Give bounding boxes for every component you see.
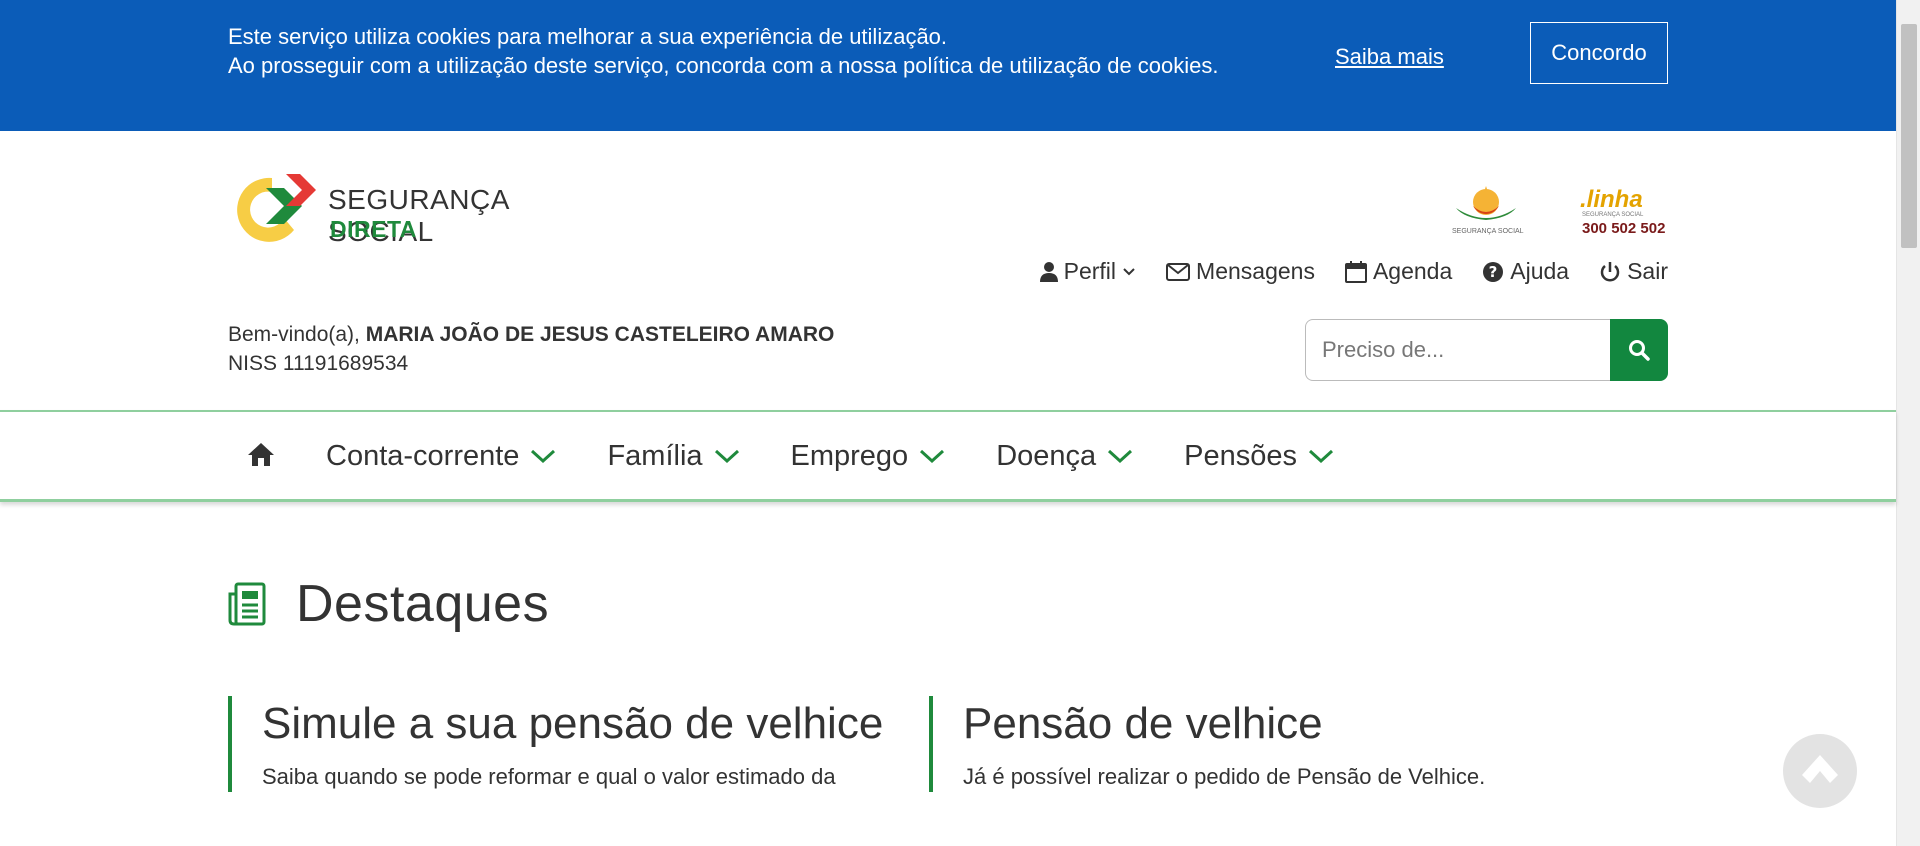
destaques-header: Destaques bbox=[228, 574, 549, 634]
highlight-card-pensao-velhice[interactable]: Pensão de velhice Já é possível realizar… bbox=[929, 696, 1589, 792]
newspaper-icon bbox=[228, 582, 266, 626]
highlight-card-simulador[interactable]: Simule a sua pensão de velhice Saiba qua… bbox=[228, 696, 888, 792]
card-title[interactable]: Simule a sua pensão de velhice bbox=[262, 696, 888, 752]
power-icon bbox=[1600, 261, 1620, 281]
welcome-line: Bem-vindo(a), MARIA JOÃO DE JESUS CASTEL… bbox=[228, 320, 834, 349]
card-title[interactable]: Pensão de velhice bbox=[963, 696, 1589, 752]
user-menu: Perfil Mensagens Agenda ? Ajuda Sair bbox=[1039, 258, 1668, 285]
chevron-down-icon bbox=[1309, 449, 1334, 464]
welcome-prefix: Bem-vindo(a), bbox=[228, 323, 366, 346]
linha-word: .linha bbox=[1580, 186, 1643, 213]
site-logo[interactable]: SEGURANÇA SOCIAL DIRETA bbox=[228, 168, 588, 247]
scrollbar-thumb[interactable] bbox=[1901, 24, 1917, 248]
home-icon bbox=[248, 442, 274, 466]
agenda-link[interactable]: Agenda bbox=[1344, 258, 1453, 285]
chevron-down-icon bbox=[920, 449, 945, 464]
nav-pensoes-label: Pensões bbox=[1184, 439, 1298, 472]
page-scrollbar[interactable] bbox=[1896, 0, 1920, 846]
perfil-menu[interactable]: Perfil bbox=[1039, 258, 1136, 285]
sair-label: Sair bbox=[1627, 258, 1668, 284]
chevron-down-icon bbox=[531, 449, 556, 464]
chevron-down-icon bbox=[1123, 267, 1135, 275]
mensagens-link[interactable]: Mensagens bbox=[1166, 258, 1315, 285]
question-circle-icon: ? bbox=[1483, 261, 1504, 282]
chevron-down-icon bbox=[1108, 449, 1133, 464]
search-icon bbox=[1629, 340, 1650, 361]
search-form bbox=[1305, 319, 1668, 381]
calendar-icon bbox=[1344, 260, 1367, 283]
perfil-label: Perfil bbox=[1063, 258, 1117, 284]
seguranca-social-emblem[interactable]: SEGURANÇA SOCIAL bbox=[1448, 184, 1524, 240]
back-to-top-button[interactable] bbox=[1783, 734, 1857, 808]
cookie-message-line1: Este serviço utiliza cookies para melhor… bbox=[228, 24, 948, 49]
nav-conta-corrente-label: Conta-corrente bbox=[326, 439, 520, 472]
cookie-message-line2: Ao prosseguir com a utilização deste ser… bbox=[228, 53, 1219, 78]
ajuda-label: Ajuda bbox=[1510, 258, 1570, 284]
linha-logo[interactable]: .linha SEGURANÇA SOCIAL 300 502 502 bbox=[1580, 186, 1668, 242]
main-navigation: Conta-corrente Família Emprego Doença Pe… bbox=[0, 410, 1896, 502]
nav-emprego[interactable]: Emprego bbox=[791, 440, 947, 473]
section-title: Destaques bbox=[296, 575, 550, 633]
niss-number: NISS 11191689534 bbox=[228, 352, 409, 375]
search-input[interactable] bbox=[1305, 319, 1611, 381]
logo-subtitle: DIRETA bbox=[330, 216, 417, 242]
arrow-up-icon bbox=[1802, 755, 1838, 783]
cookie-accept-button[interactable]: Concordo bbox=[1530, 22, 1668, 84]
nav-emprego-label: Emprego bbox=[790, 439, 909, 472]
cookie-message: Este serviço utiliza cookies para melhor… bbox=[228, 22, 1238, 80]
svg-text:?: ? bbox=[1489, 263, 1498, 281]
nav-familia[interactable]: Família bbox=[607, 440, 740, 473]
card-text: Saiba quando se pode reformar e qual o v… bbox=[262, 764, 836, 789]
ajuda-link[interactable]: ? Ajuda bbox=[1482, 258, 1569, 285]
chevron-down-icon bbox=[714, 449, 739, 464]
nav-doenca[interactable]: Doença bbox=[996, 440, 1134, 473]
user-icon bbox=[1039, 261, 1058, 282]
linha-phone-number: 300 502 502 bbox=[1582, 220, 1666, 237]
envelope-icon bbox=[1166, 262, 1191, 281]
emblem-icon bbox=[1456, 186, 1516, 220]
card-text: Já é possível realizar o pedido de Pensã… bbox=[963, 764, 1486, 789]
cookie-more-link[interactable]: Saiba mais bbox=[1335, 44, 1444, 70]
seguranca-social-logo-icon bbox=[237, 174, 316, 242]
nav-doenca-label: Doença bbox=[996, 439, 1097, 472]
home-link[interactable] bbox=[246, 441, 276, 472]
mensagens-label: Mensagens bbox=[1196, 258, 1315, 284]
sair-link[interactable]: Sair bbox=[1599, 258, 1668, 285]
nav-familia-label: Família bbox=[607, 439, 703, 472]
linha-caption: SEGURANÇA SOCIAL bbox=[1582, 212, 1644, 218]
user-name: MARIA JOÃO DE JESUS CASTELEIRO AMARO bbox=[365, 323, 835, 346]
cookie-banner: Este serviço utiliza cookies para melhor… bbox=[0, 0, 1896, 131]
welcome-block: Bem-vindo(a), MARIA JOÃO DE JESUS CASTEL… bbox=[228, 320, 834, 378]
search-button[interactable] bbox=[1610, 319, 1668, 381]
emblem-caption: SEGURANÇA SOCIAL bbox=[1452, 228, 1524, 235]
agenda-label: Agenda bbox=[1372, 258, 1453, 284]
nav-pensoes[interactable]: Pensões bbox=[1184, 440, 1335, 473]
nav-conta-corrente[interactable]: Conta-corrente bbox=[326, 440, 557, 473]
